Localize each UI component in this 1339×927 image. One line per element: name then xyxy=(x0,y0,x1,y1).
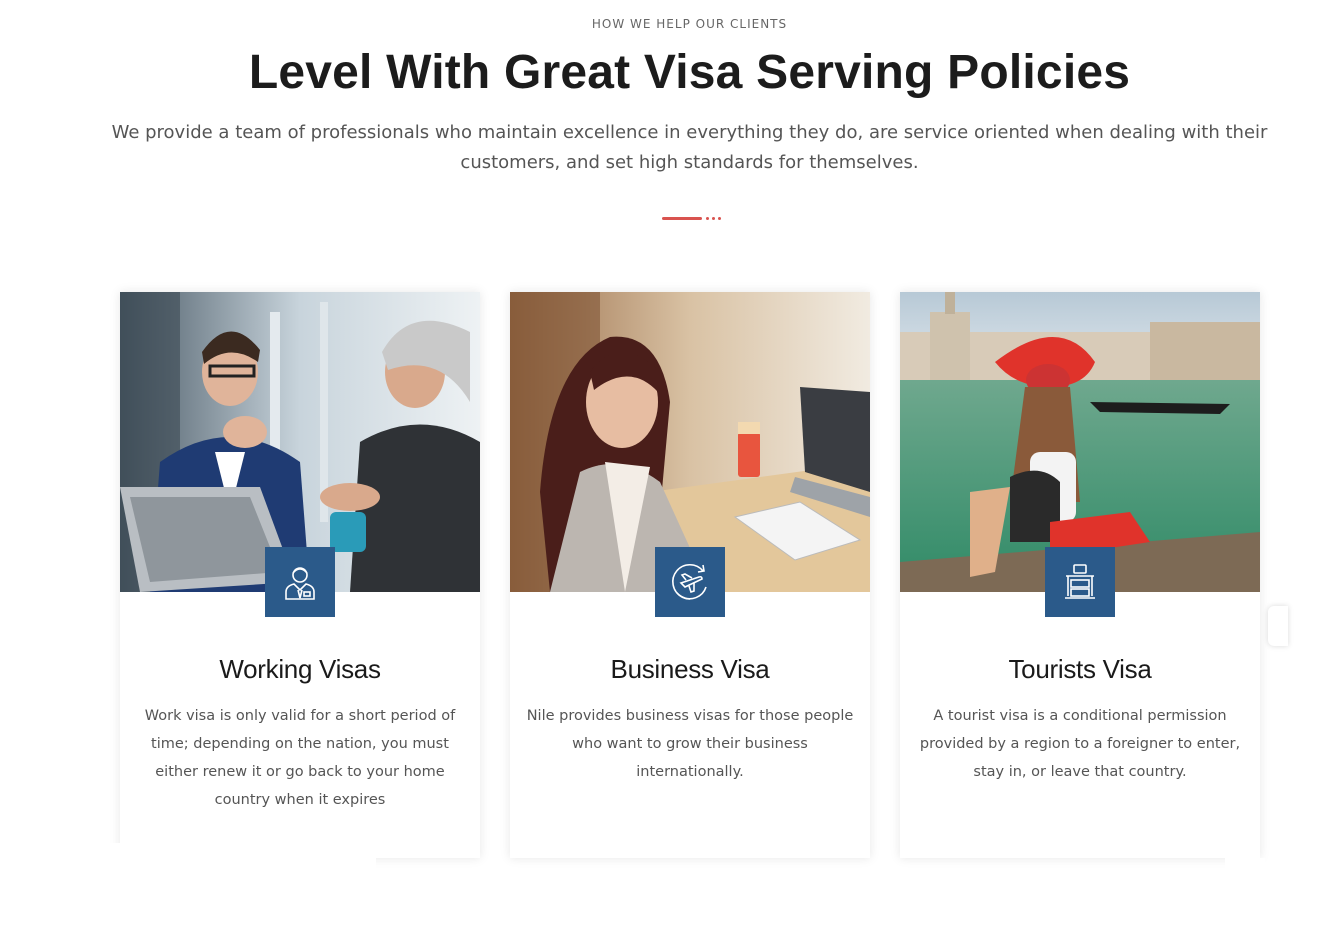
businessman-icon xyxy=(285,567,315,600)
businessman-icon-badge xyxy=(265,547,335,617)
card-title[interactable]: Tourists Visa xyxy=(900,654,1260,685)
service-card-business-visa[interactable]: Business Visa Nile provides business vis… xyxy=(510,292,870,858)
card-title[interactable]: Business Visa xyxy=(510,654,870,685)
card-text: Work visa is only valid for a short peri… xyxy=(144,708,456,808)
card-text: Nile provides business visas for those p… xyxy=(526,708,854,780)
section-title: Level With Great Visa Serving Policies xyxy=(248,46,1131,99)
title-divider xyxy=(662,217,722,221)
luggage-cart-icon xyxy=(1065,564,1095,599)
render-mask xyxy=(110,843,376,883)
card-text: A tourist visa is a conditional permissi… xyxy=(919,708,1241,780)
airplane-globe-icon-badge xyxy=(655,547,725,617)
section-lead: We provide a team of professionals who m… xyxy=(111,122,1268,173)
service-card-working-visas[interactable]: Working Visas Work visa is only valid fo… xyxy=(120,292,480,858)
card-title[interactable]: Working Visas xyxy=(120,654,480,685)
airplane-globe-icon xyxy=(672,564,707,600)
side-scroll-tab[interactable] xyxy=(1268,606,1288,646)
section-eyebrow: HOW WE HELP OUR CLIENTS xyxy=(591,17,788,31)
luggage-cart-icon-badge xyxy=(1045,547,1115,617)
service-card-tourists-visa[interactable]: Tourists Visa A tourist visa is a condit… xyxy=(900,292,1260,858)
render-mask xyxy=(1225,858,1265,898)
